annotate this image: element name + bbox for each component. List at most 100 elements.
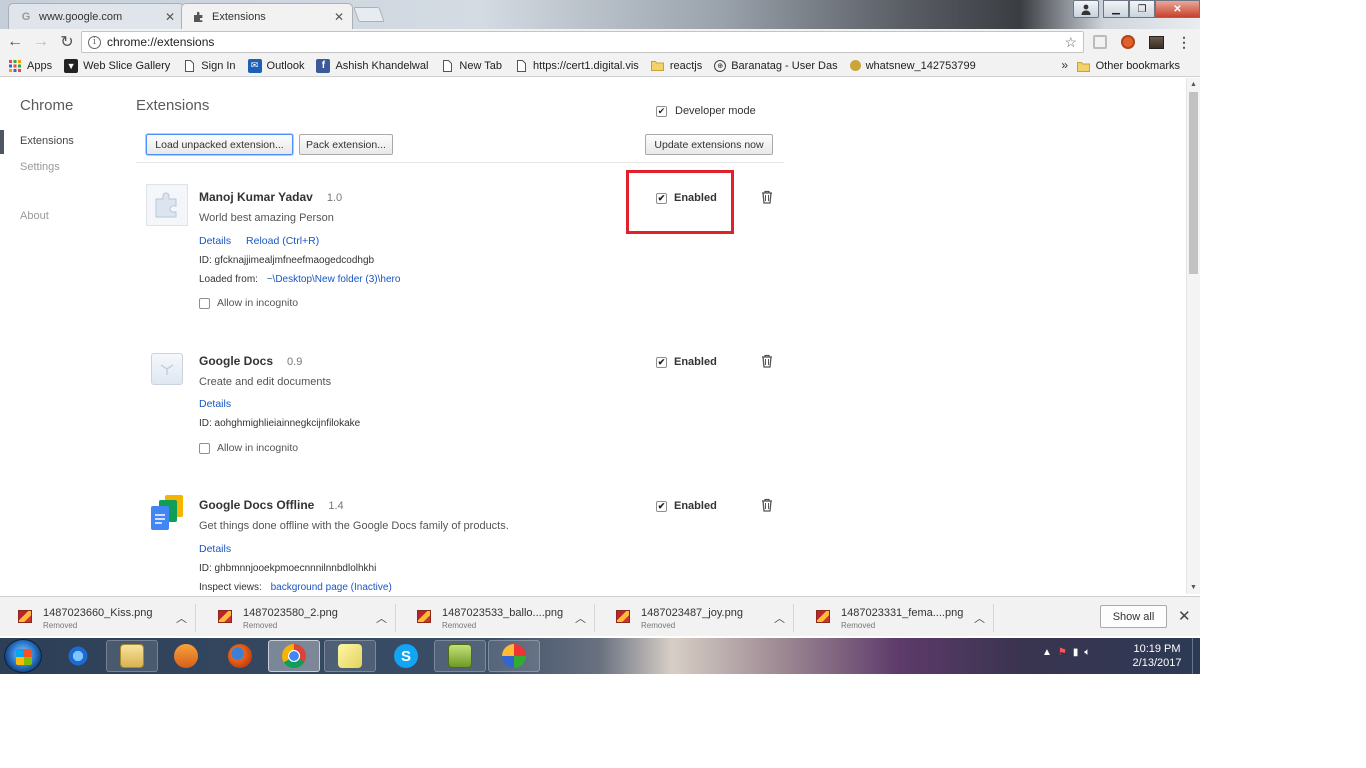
pack-extension-button[interactable]: Pack extension... [299, 134, 393, 155]
load-unpacked-button[interactable]: Load unpacked extension... [146, 134, 293, 155]
bookmarks-overflow-button[interactable]: » [1061, 58, 1068, 72]
window-controls: ▁ ❐ ✕ [1073, 0, 1200, 18]
forward-button[interactable]: → [28, 30, 54, 54]
taskbar-media-player[interactable] [160, 640, 212, 672]
sidebar-item-extensions[interactable]: Extensions [20, 135, 74, 147]
download-item[interactable]: 1487023580_2.png Removed ︿ [200, 604, 396, 632]
bookmark-new-tab[interactable]: New Tab [434, 56, 508, 76]
taskbar-notepad[interactable] [434, 640, 486, 672]
bookmark-whatsnew[interactable]: whatsnew_142753799 [844, 56, 982, 76]
trash-icon[interactable] [760, 354, 774, 368]
back-button[interactable]: ← [2, 30, 28, 54]
enabled-toggle[interactable]: ✔ Enabled [656, 356, 717, 368]
bookmark-star-icon[interactable]: ☆ [1064, 34, 1077, 51]
incognito-option[interactable]: Allow in incognito [199, 442, 298, 454]
maximize-button[interactable]: ❐ [1129, 0, 1155, 18]
extension-item: Google Docs Offline 1.4 Get things done o… [146, 492, 786, 594]
download-item[interactable]: 1487023331_fema....png Removed ︿ [798, 604, 994, 632]
enabled-checkbox[interactable]: ✔ [656, 356, 667, 368]
details-link[interactable]: Details [199, 235, 231, 247]
incognito-option[interactable]: Allow in incognito [199, 297, 298, 309]
bookmark-reactjs[interactable]: reactjs [645, 56, 708, 76]
download-item[interactable]: 1487023487_joy.png Removed ︿ [598, 604, 794, 632]
bookmark-apps[interactable]: Apps [0, 56, 58, 76]
scroll-thumb[interactable] [1189, 92, 1198, 274]
loaded-from-path-link[interactable]: ~\Desktop\New folder (3)\hero [267, 274, 401, 285]
user-profile-button[interactable] [1073, 0, 1099, 18]
scrollbar[interactable]: ▲ ▼ [1186, 78, 1200, 594]
details-link[interactable]: Details [199, 398, 231, 410]
bookmark-web-slice-gallery[interactable]: ▼ Web Slice Gallery [58, 56, 176, 76]
close-tab-icon[interactable]: ✕ [334, 10, 344, 24]
download-item[interactable]: 1487023533_ballo....png Removed ︿ [399, 604, 595, 632]
reload-link[interactable]: Reload (Ctrl+R) [246, 235, 319, 247]
trash-icon[interactable] [760, 498, 774, 512]
bookmark-outlook[interactable]: ✉ Outlook [242, 56, 311, 76]
show-desktop-button[interactable] [1192, 638, 1200, 674]
developer-mode-checkbox[interactable]: ✔ [656, 105, 667, 117]
taskbar-ie[interactable] [52, 640, 104, 672]
taskbar-skype[interactable]: S [380, 640, 432, 672]
incognito-checkbox[interactable] [199, 442, 210, 454]
details-link[interactable]: Details [199, 543, 231, 555]
action-center-icon[interactable]: ⚑ [1058, 647, 1067, 658]
bookmark-baranatag[interactable]: ⊕ Baranatag - User Das [708, 56, 843, 76]
extension-photo-icon[interactable] [1147, 33, 1165, 51]
tab-extensions[interactable]: Extensions ✕ [181, 3, 353, 29]
taskbar-sticky-notes[interactable] [324, 640, 376, 672]
menu-button[interactable]: ⋮ [1175, 33, 1193, 51]
scroll-down-icon[interactable]: ▼ [1190, 584, 1197, 591]
developer-mode-toggle[interactable]: ✔ Developer mode [656, 105, 756, 117]
page-title: Extensions [136, 97, 210, 114]
chevron-up-icon[interactable]: ︿ [575, 610, 586, 626]
bookmark-ashish-khandelwal[interactable]: f Ashish Khandelwal [310, 56, 434, 76]
start-button[interactable] [4, 639, 42, 673]
bookmark-label: Other bookmarks [1095, 60, 1180, 72]
bookmark-other-bookmarks[interactable]: Other bookmarks [1071, 56, 1186, 76]
incognito-checkbox[interactable] [199, 297, 210, 309]
extension-name: Manoj Kumar Yadav 1.0 [199, 190, 342, 204]
close-window-button[interactable]: ✕ [1155, 0, 1200, 18]
volume-icon[interactable]: 🔈︎ [1084, 647, 1090, 658]
chevron-up-icon[interactable]: ︿ [176, 610, 187, 626]
new-tab-button[interactable] [353, 7, 385, 22]
bookmark-sign-in[interactable]: Sign In [176, 56, 241, 76]
download-item[interactable]: 1487023660_Kiss.png Removed ︿ [0, 604, 196, 632]
chevron-up-icon[interactable]: ︿ [974, 610, 985, 626]
bookmark-label: reactjs [669, 59, 703, 72]
folder-icon [1077, 59, 1091, 73]
sidebar-item-about[interactable]: About [20, 210, 49, 222]
clock-time: 10:19 PM [1133, 643, 1181, 655]
chevron-up-icon[interactable]: ︿ [376, 610, 387, 626]
system-tray: ▲ ⚑ ▮ 🔈︎ [1042, 647, 1090, 658]
address-bar[interactable]: i chrome://extensions ☆ [81, 31, 1084, 53]
close-download-shelf-icon[interactable]: ✕ [1178, 607, 1191, 625]
taskbar-paint[interactable] [488, 640, 540, 672]
taskbar-explorer[interactable] [106, 640, 158, 672]
page-icon [514, 59, 528, 73]
info-icon[interactable]: i [88, 35, 101, 49]
taskbar-chrome[interactable] [268, 640, 320, 672]
show-all-downloads-button[interactable]: Show all [1100, 605, 1167, 628]
minimize-icon: ▁ [1112, 3, 1120, 15]
sidebar-item-settings[interactable]: Settings [20, 161, 60, 173]
minimize-button[interactable]: ▁ [1103, 0, 1129, 18]
close-tab-icon[interactable]: ✕ [165, 10, 175, 24]
bookmark-cert1[interactable]: https://cert1.digital.vis [508, 56, 645, 76]
enabled-checkbox[interactable]: ✔ [656, 500, 667, 512]
scroll-up-icon[interactable]: ▲ [1190, 81, 1197, 88]
background-page-link[interactable]: background page (Inactive) [271, 582, 392, 593]
system-clock[interactable]: 10:19 PM 2/13/2017 [1126, 642, 1188, 670]
extension-orange-icon[interactable] [1119, 33, 1137, 51]
reload-button[interactable]: ↻ [54, 30, 80, 54]
tab-google[interactable]: G www.google.com ✕ [8, 3, 184, 29]
network-icon[interactable]: ▮ [1073, 647, 1079, 658]
chevron-up-icon[interactable]: ︿ [774, 610, 785, 626]
show-hidden-icons-icon[interactable]: ▲ [1042, 647, 1052, 658]
update-extensions-button[interactable]: Update extensions now [645, 134, 773, 155]
taskbar-firefox[interactable] [214, 640, 266, 672]
enabled-toggle[interactable]: ✔ Enabled [656, 500, 717, 512]
trash-icon[interactable] [760, 190, 774, 204]
media-player-icon [174, 644, 198, 668]
extension-grey-icon[interactable] [1091, 33, 1109, 51]
